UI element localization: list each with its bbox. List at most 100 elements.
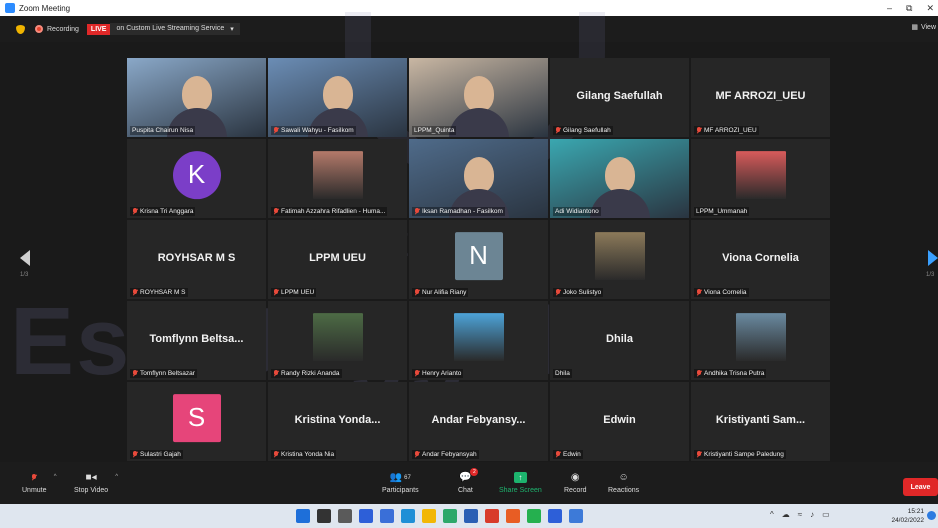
participant-name-label: Andhika Trisna Putra bbox=[694, 369, 767, 378]
wifi-icon[interactable]: ≈ bbox=[798, 510, 802, 519]
participant-figure bbox=[322, 76, 353, 112]
participant-display-name: ROYHSAR M S bbox=[157, 252, 236, 264]
taskbar-app-icon[interactable] bbox=[464, 509, 478, 523]
participant-name-label: Andar Febyansyah bbox=[412, 450, 479, 459]
record-button[interactable]: ◉ Record bbox=[564, 472, 587, 494]
participant-tile[interactable]: Viona Cornelia Viona Cornelia bbox=[691, 220, 830, 299]
participant-tile[interactable]: Iksan Ramadhan - Fasilkom bbox=[409, 139, 548, 218]
participant-name: Kristina Yonda Nia bbox=[281, 451, 335, 458]
participant-body bbox=[448, 108, 509, 137]
taskbar-app-icon[interactable] bbox=[422, 509, 436, 523]
notification-icon[interactable] bbox=[927, 511, 936, 520]
participant-tile[interactable]: MF ARROZI_UEU MF ARROZI_UEU bbox=[691, 58, 830, 137]
microphone-muted-icon bbox=[273, 289, 279, 296]
reactions-label: Reactions bbox=[608, 487, 640, 494]
battery-icon[interactable]: ▭ bbox=[822, 510, 830, 519]
chevron-up-icon[interactable]: ^ bbox=[54, 474, 57, 480]
cloud-icon[interactable]: ☁ bbox=[782, 510, 790, 519]
participant-tile[interactable]: Edwin Edwin bbox=[550, 382, 689, 461]
participant-tile[interactable]: Randy Rizki Ananda bbox=[268, 301, 407, 380]
taskbar-app-icon[interactable] bbox=[485, 509, 499, 523]
taskbar-app-icon[interactable] bbox=[359, 509, 373, 523]
participant-tile[interactable]: Adi Widiantono bbox=[550, 139, 689, 218]
microphone-muted-icon bbox=[132, 451, 138, 458]
speaker-icon[interactable]: ♪ bbox=[810, 510, 814, 519]
participant-tile[interactable]: Andhika Trisna Putra bbox=[691, 301, 830, 380]
participant-tile[interactable]: Andar Febyansy... Andar Febyansyah bbox=[409, 382, 548, 461]
participant-name: Puspita Chairun Nisa bbox=[132, 127, 194, 134]
minimize-button[interactable]: – bbox=[887, 3, 892, 13]
participant-tile[interactable]: Kristina Yonda... Kristina Yonda Nia bbox=[268, 382, 407, 461]
share-screen-button[interactable]: ↑ Share Screen bbox=[499, 472, 542, 494]
participant-tile[interactable]: Puspita Chairun Nisa bbox=[127, 58, 266, 137]
participant-tile[interactable]: Dhila Dhila bbox=[550, 301, 689, 380]
previous-page-arrow-icon[interactable] bbox=[20, 250, 30, 266]
participant-name-label: LPPM_Ummanah bbox=[694, 207, 750, 216]
participant-name-label: Henry Arianto bbox=[412, 369, 464, 378]
participant-name-label: Sulastri Gajah bbox=[130, 450, 183, 459]
microphone-muted-icon bbox=[414, 289, 420, 296]
chat-button[interactable]: 💬 2 Chat bbox=[458, 468, 479, 494]
avatar: S bbox=[172, 393, 221, 442]
stop-video-button[interactable]: ■◂ ^ Stop Video bbox=[74, 472, 118, 494]
participant-tile[interactable]: Kristiyanti Sam... Kristiyanti Sampe Pale… bbox=[691, 382, 830, 461]
microphone-muted-icon bbox=[27, 472, 41, 483]
recording-dot-icon bbox=[35, 25, 43, 33]
participant-tile[interactable]: Joko Sulistyo bbox=[550, 220, 689, 299]
taskbar-app-icon[interactable] bbox=[443, 509, 457, 523]
avatar: K bbox=[172, 150, 221, 199]
unmute-label: Unmute bbox=[22, 487, 47, 494]
taskbar-app-icon[interactable] bbox=[569, 509, 583, 523]
participant-name-label: Edwin bbox=[553, 450, 583, 459]
system-tray: ^ ☁ ≈ ♪ ▭ bbox=[770, 510, 830, 519]
taskbar-app-icon[interactable] bbox=[506, 509, 520, 523]
participant-tile[interactable]: LPPM_Ummanah bbox=[691, 139, 830, 218]
participant-tile[interactable]: N Nur Alifia Riany bbox=[409, 220, 548, 299]
unmute-button[interactable]: ^ Unmute bbox=[22, 472, 57, 494]
view-button[interactable]: ▦ View bbox=[911, 23, 936, 32]
taskbar-app-icon[interactable] bbox=[380, 509, 394, 523]
participant-tile[interactable]: Fatimah Azzahra Rifadlien - Huma... bbox=[268, 139, 407, 218]
security-shield-icon[interactable] bbox=[16, 24, 25, 34]
participant-tile[interactable]: Sawali Wahyu - Fasilkom bbox=[268, 58, 407, 137]
participant-tile[interactable]: Henry Arianto bbox=[409, 301, 548, 380]
restore-button[interactable]: ⧉ bbox=[906, 3, 912, 14]
participant-tile[interactable]: K Krisna Tri Anggara bbox=[127, 139, 266, 218]
participant-tile[interactable]: S Sulastri Gajah bbox=[127, 382, 266, 461]
participant-tile[interactable]: Gilang Saefullah Gilang Saefullah bbox=[550, 58, 689, 137]
leave-button[interactable]: Leave bbox=[903, 478, 938, 496]
taskbar-app-icon[interactable] bbox=[401, 509, 415, 523]
participant-name-label: Viona Cornelia bbox=[694, 288, 749, 297]
next-page-arrow-icon[interactable] bbox=[928, 250, 938, 266]
participant-name-label: Kristina Yonda Nia bbox=[271, 450, 337, 459]
streaming-service-dropdown[interactable]: on Custom Live Streaming Service ▾ bbox=[110, 23, 240, 35]
close-button[interactable]: ✕ bbox=[926, 3, 934, 14]
participant-tile[interactable]: ROYHSAR M S ROYHSAR M S bbox=[127, 220, 266, 299]
participant-display-name: Tomflynn Beltsa... bbox=[149, 333, 244, 345]
participant-name: Randy Rizki Ananda bbox=[281, 370, 340, 377]
page-indicator-right: 1/3 bbox=[926, 272, 935, 278]
profile-photo bbox=[312, 150, 363, 199]
system-clock[interactable]: 15:21 24/02/2022 bbox=[891, 507, 924, 525]
microphone-muted-icon bbox=[555, 451, 561, 458]
participant-display-name: LPPM UEU bbox=[309, 252, 366, 264]
reactions-button[interactable]: ☺ Reactions bbox=[608, 472, 639, 494]
participants-label: Participants bbox=[382, 487, 419, 494]
record-label: Record bbox=[564, 487, 587, 494]
microphone-muted-icon bbox=[414, 208, 420, 215]
taskbar-app-icon[interactable] bbox=[548, 509, 562, 523]
participant-tile[interactable]: LPPM UEU LPPM UEU bbox=[268, 220, 407, 299]
chevron-up-icon[interactable]: ^ bbox=[770, 510, 774, 519]
participant-name: Nur Alifia Riany bbox=[422, 289, 467, 296]
taskbar-app-icon[interactable] bbox=[296, 509, 310, 523]
taskbar-app-icon[interactable] bbox=[527, 509, 541, 523]
participants-button[interactable]: 👥 67 Participants bbox=[382, 472, 419, 494]
profile-photo bbox=[594, 231, 645, 280]
chevron-up-icon[interactable]: ^ bbox=[115, 474, 118, 480]
taskbar-app-icon[interactable] bbox=[338, 509, 352, 523]
taskbar-app-icon[interactable] bbox=[317, 509, 331, 523]
participant-tile[interactable]: Tomflynn Beltsa... Tomflynn Beltsazar bbox=[127, 301, 266, 380]
participant-tile[interactable]: LPPM_Quinta bbox=[409, 58, 548, 137]
participant-name: Gilang Saefullah bbox=[563, 127, 611, 134]
participant-display-name: Viona Cornelia bbox=[722, 252, 799, 264]
